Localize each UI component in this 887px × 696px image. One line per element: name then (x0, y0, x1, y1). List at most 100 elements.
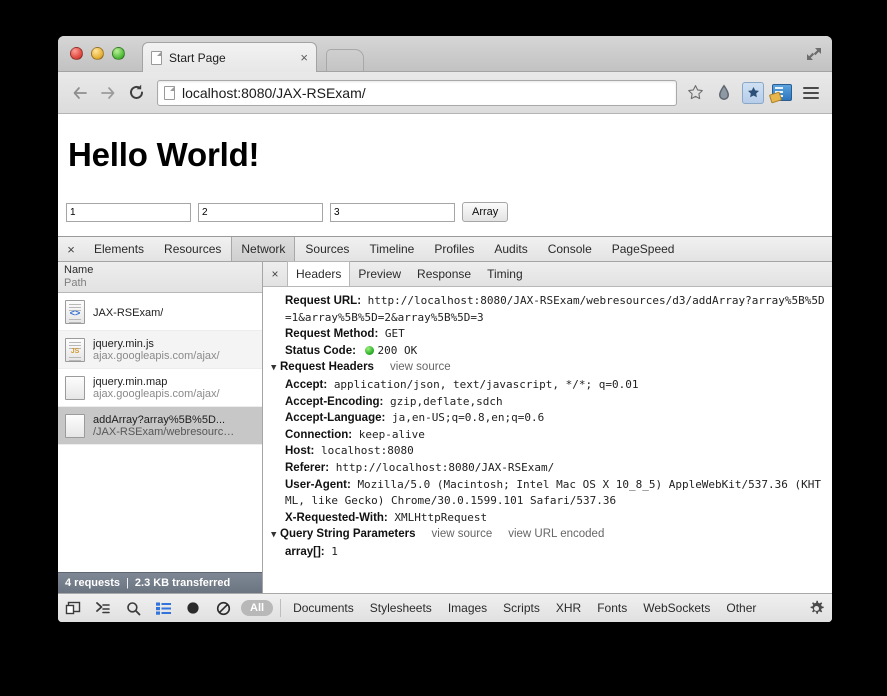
dock-position-icon[interactable] (58, 594, 88, 622)
network-rows: <> JAX-RSExam/ JS jquery.min.js ajax.goo… (58, 293, 262, 572)
console-drawer-icon[interactable] (88, 594, 118, 622)
forward-icon[interactable] (94, 79, 122, 107)
transferred-size: 2.3 KB transferred (135, 577, 230, 589)
filter-list-icon[interactable] (148, 594, 178, 622)
table-row[interactable]: JS jquery.min.js ajax.googleapis.com/aja… (58, 331, 262, 369)
document-plain-icon (65, 376, 85, 400)
header-status-code: Status Code: 200 OK (271, 343, 826, 360)
extension-star-icon[interactable] (740, 80, 766, 106)
header-value: gzip,deflate,sdch (390, 395, 503, 408)
tab-audits[interactable]: Audits (484, 237, 537, 261)
gear-icon[interactable] (808, 600, 825, 617)
close-window-button[interactable] (70, 47, 83, 60)
request-path: ajax.googleapis.com/ajax/ (93, 350, 220, 362)
tab-console[interactable]: Console (538, 237, 602, 261)
section-query-string-parameters[interactable]: ▼Query String Parametersview sourceview … (271, 526, 826, 544)
document-code-icon: <> (65, 300, 85, 324)
array-submit-button[interactable]: Array (462, 202, 508, 222)
bookmark-star-icon[interactable] (684, 82, 706, 104)
back-icon[interactable] (66, 79, 94, 107)
tab-sources[interactable]: Sources (295, 237, 359, 261)
filter-xhr[interactable]: XHR (548, 601, 589, 615)
header-host: Host: localhost:8080 (271, 443, 826, 460)
tab-profiles[interactable]: Profiles (424, 237, 484, 261)
section-request-headers[interactable]: ▼Request Headers view source (271, 359, 826, 377)
url-text: localhost:8080/JAX-RSExam/ (182, 85, 366, 101)
tab-resources[interactable]: Resources (154, 237, 231, 261)
header-label: Referer: (285, 462, 329, 474)
request-name: jquery.min.map (93, 376, 220, 388)
tab-pagespeed[interactable]: PageSpeed (602, 237, 685, 261)
tab-preview[interactable]: Preview (350, 262, 409, 286)
new-tab-button[interactable] (326, 49, 364, 71)
header-value: XMLHttpRequest (394, 511, 487, 524)
browser-window: Start Page × localhost:8080/JAX-RSEx (58, 36, 832, 622)
filter-stylesheets[interactable]: Stylesheets (362, 601, 440, 615)
filter-scripts[interactable]: Scripts (495, 601, 548, 615)
table-row[interactable]: <> JAX-RSExam/ (58, 293, 262, 331)
record-icon[interactable] (178, 594, 208, 622)
column-path: Path (64, 277, 262, 290)
fullscreen-icon[interactable] (804, 45, 824, 63)
tab-response[interactable]: Response (409, 262, 479, 286)
minimize-window-button[interactable] (91, 47, 104, 60)
tab-timeline[interactable]: Timeline (359, 237, 424, 261)
summary-separator: | (126, 577, 129, 589)
extension-droplet-icon[interactable] (711, 80, 737, 106)
chrome-menu-icon[interactable] (798, 80, 824, 106)
address-bar[interactable]: localhost:8080/JAX-RSExam/ (157, 80, 677, 106)
disclosure-triangle-icon[interactable]: ▼ (271, 360, 280, 377)
header-label: Status Code: (285, 345, 356, 357)
reload-icon[interactable] (122, 79, 150, 107)
view-source-link[interactable]: view source (432, 528, 493, 540)
page-icon (151, 51, 162, 65)
filter-websockets[interactable]: WebSockets (635, 601, 718, 615)
extension-window-icon[interactable] (769, 80, 795, 106)
tab-timing[interactable]: Timing (479, 262, 531, 286)
filter-documents[interactable]: Documents (285, 601, 362, 615)
array-input-3[interactable] (330, 203, 455, 222)
browser-tab[interactable]: Start Page × (142, 42, 317, 72)
network-list-header[interactable]: Name Path (58, 262, 262, 293)
tab-network[interactable]: Network (231, 237, 295, 261)
table-row[interactable]: jquery.min.map ajax.googleapis.com/ajax/ (58, 369, 262, 407)
document-js-icon: JS (65, 338, 85, 362)
search-icon[interactable] (118, 594, 148, 622)
tab-elements[interactable]: Elements (84, 237, 154, 261)
header-label: User-Agent: (285, 479, 351, 491)
column-name: Name (64, 264, 262, 277)
param-value: 1 (331, 545, 338, 558)
header-label: Request Method: (285, 328, 378, 340)
page-title: Hello World! (68, 136, 832, 174)
header-label: Accept: (285, 379, 327, 391)
devtools-body: Name Path <> JAX-RSExam/ JS jqu (58, 262, 832, 593)
request-name: JAX-RSExam/ (93, 307, 163, 319)
array-input-2[interactable] (198, 203, 323, 222)
filter-fonts[interactable]: Fonts (589, 601, 635, 615)
array-form: Array (66, 202, 832, 222)
header-request-url: Request URL: http://localhost:8080/JAX-R… (271, 293, 826, 326)
header-request-method: Request Method: GET (271, 326, 826, 343)
header-label: Request URL: (285, 295, 361, 307)
close-tab-icon[interactable]: × (300, 51, 308, 64)
header-value: localhost:8080 (321, 444, 414, 457)
header-x-requested-with: X-Requested-With: XMLHttpRequest (271, 510, 826, 527)
header-accept-encoding: Accept-Encoding: gzip,deflate,sdch (271, 394, 826, 411)
header-label: Connection: (285, 429, 352, 441)
disclosure-triangle-icon[interactable]: ▼ (271, 527, 280, 544)
window-controls (70, 47, 125, 60)
tab-headers[interactable]: Headers (287, 261, 350, 286)
filter-other[interactable]: Other (718, 601, 764, 615)
section-title: Request Headers (280, 361, 374, 373)
array-input-1[interactable] (66, 203, 191, 222)
clear-icon[interactable] (208, 594, 238, 622)
detail-close-icon[interactable]: × (263, 262, 287, 286)
header-value: http://localhost:8080/JAX-RSExam/webreso… (285, 294, 825, 324)
zoom-window-button[interactable] (112, 47, 125, 60)
filter-all-button[interactable]: All (241, 600, 273, 616)
filter-images[interactable]: Images (440, 601, 495, 615)
devtools-close-icon[interactable]: × (58, 237, 84, 261)
table-row[interactable]: addArray?array%5B%5D... /JAX-RSExam/webr… (58, 407, 262, 445)
view-url-encoded-link[interactable]: view URL encoded (508, 528, 604, 540)
view-source-link[interactable]: view source (390, 361, 451, 373)
